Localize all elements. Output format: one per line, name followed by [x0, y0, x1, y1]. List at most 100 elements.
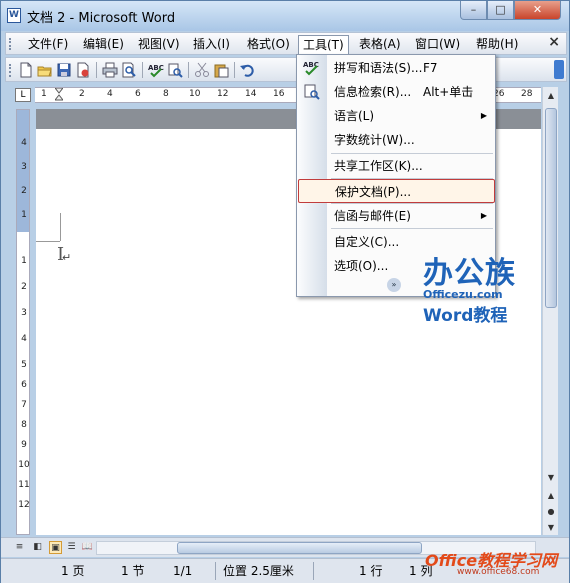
cut-icon[interactable]: [194, 62, 210, 78]
ruler-number: 1: [21, 210, 27, 220]
tab-selector[interactable]: L: [15, 88, 31, 102]
ruler-number: 16: [273, 89, 285, 99]
ruler-number: 5: [21, 360, 27, 370]
menubar-grip[interactable]: [9, 38, 12, 50]
ruler-number: 11: [18, 480, 30, 490]
vertical-ruler[interactable]: 4 3 2 1 1 2 3 4 5 6 7 8 9 10 11 12: [16, 109, 30, 535]
menu-item-label: 共享工作区(K)...: [334, 159, 423, 173]
watermark-office-url: www.office68.com: [457, 567, 540, 577]
watermark-logo-text: 办公族: [423, 256, 516, 291]
status-page-of: 1/1: [173, 564, 193, 578]
toolbar-separator: [188, 62, 189, 78]
menu-window[interactable]: 窗口(W): [411, 35, 464, 53]
spell-check-icon: ABC: [303, 61, 319, 76]
status-page: 1 页: [61, 564, 85, 578]
previous-page-icon[interactable]: ▲: [544, 489, 558, 503]
word-window: W 文档 2 - Microsoft Word – □ ✕ 文件(F) 编辑(E…: [0, 0, 570, 583]
open-folder-icon[interactable]: [37, 62, 53, 78]
ruler-number: 2: [79, 89, 85, 99]
menu-item-shortcut: F7: [423, 61, 438, 75]
indent-marker-icon[interactable]: [55, 88, 63, 104]
word-app-icon[interactable]: W: [7, 8, 21, 23]
window-title: 文档 2 - Microsoft Word: [27, 11, 176, 26]
watermark-logo: 办公族 Officezu.com Word教程: [423, 248, 533, 326]
watermark-url: Officezu.com: [423, 288, 503, 301]
expand-menu-icon[interactable]: »: [387, 278, 401, 292]
permission-icon[interactable]: [75, 62, 91, 78]
research-icon[interactable]: [167, 62, 183, 78]
ruler-number: 6: [21, 380, 27, 390]
menu-item-label: 信息检索(R)...: [334, 85, 412, 99]
menu-item-label: 保护文档(P)...: [335, 185, 412, 199]
select-browse-object-icon[interactable]: ●: [544, 505, 558, 519]
menu-item-language[interactable]: 语言(L) ▶: [298, 104, 495, 128]
menu-item-word-count[interactable]: 字数统计(W)...: [298, 128, 495, 152]
paste-icon[interactable]: [213, 62, 229, 78]
close-document-icon[interactable]: ×: [548, 34, 560, 50]
ruler-number: 14: [245, 89, 257, 99]
ruler-number: 10: [18, 460, 30, 470]
menu-item-shared-workspace[interactable]: 共享工作区(K)...: [298, 154, 495, 178]
submenu-arrow-icon: ▶: [480, 211, 487, 220]
paragraph-mark: ↵: [62, 251, 72, 264]
print-layout-view-icon[interactable]: ▣: [49, 541, 62, 554]
ruler-number: 10: [189, 89, 201, 99]
toolbar-separator: [234, 62, 235, 78]
ruler-number: 4: [107, 89, 113, 99]
menu-item-shortcut: Alt+单击: [423, 85, 474, 99]
ruler-number: 12: [18, 500, 30, 510]
menu-item-research[interactable]: 信息检索(R)... Alt+单击: [298, 80, 495, 104]
web-layout-view-icon[interactable]: ◧: [31, 541, 44, 554]
menu-item-letters-mailings[interactable]: 信函与邮件(E) ▶: [298, 204, 495, 228]
ruler-number: 6: [135, 89, 141, 99]
title-bar[interactable]: W 文档 2 - Microsoft Word – □ ✕: [1, 1, 569, 31]
close-button[interactable]: ✕: [514, 1, 561, 20]
print-icon[interactable]: [102, 62, 118, 78]
menu-item-protect-document[interactable]: 保护文档(P)...: [298, 179, 495, 203]
status-position: 位置 2.5厘米: [223, 564, 294, 578]
normal-view-icon[interactable]: ≡: [13, 541, 26, 554]
menu-tools[interactable]: 工具(T): [298, 35, 349, 56]
menu-format[interactable]: 格式(O): [243, 35, 294, 53]
horizontal-scroll-thumb[interactable]: [177, 542, 422, 554]
status-section: 1 节: [121, 564, 145, 578]
ruler-number: 1: [21, 256, 27, 266]
minimize-button[interactable]: –: [460, 1, 487, 20]
ruler-number: 8: [163, 89, 169, 99]
maximize-button[interactable]: □: [487, 1, 514, 20]
scroll-up-icon[interactable]: ▲: [544, 89, 558, 103]
spelling-grammar-icon[interactable]: ABC: [148, 62, 164, 78]
outline-view-icon[interactable]: ☰: [65, 541, 78, 554]
ruler-number: 2: [21, 186, 27, 196]
ruler-number: 4: [21, 334, 27, 344]
menu-file[interactable]: 文件(F): [24, 35, 72, 53]
vertical-scroll-thumb[interactable]: [545, 108, 557, 308]
margin-corner-mark: [36, 241, 60, 242]
menu-help[interactable]: 帮助(H): [472, 35, 522, 53]
menu-table[interactable]: 表格(A): [355, 35, 405, 53]
reading-layout-icon[interactable]: 📖: [81, 541, 94, 554]
research-icon: [304, 84, 320, 100]
submenu-arrow-icon: ▶: [480, 111, 487, 120]
ruler-number: 1: [41, 89, 47, 99]
ruler-number: 7: [21, 400, 27, 410]
undo-icon[interactable]: [239, 62, 255, 78]
menu-item-label: 自定义(C)...: [334, 235, 400, 249]
menu-item-spelling-grammar[interactable]: ABC 拼写和语法(S)... F7: [298, 56, 495, 80]
new-document-icon[interactable]: [18, 62, 34, 78]
toolbar-grip[interactable]: [9, 64, 12, 77]
scroll-down-icon[interactable]: ▼: [544, 471, 558, 485]
menu-edit[interactable]: 编辑(E): [79, 35, 128, 53]
vertical-scrollbar[interactable]: ▲ ▼ ▲ ● ▼: [542, 87, 558, 535]
next-page-icon[interactable]: ▼: [544, 521, 558, 535]
save-icon[interactable]: [56, 62, 72, 78]
toolbar-options-button[interactable]: [554, 60, 564, 79]
print-preview-icon[interactable]: [121, 62, 137, 78]
ruler-number: 2: [21, 282, 27, 292]
menu-item-label: 信函与邮件(E): [334, 209, 411, 223]
menu-item-label: 字数统计(W)...: [334, 133, 415, 147]
ruler-number: 3: [21, 308, 27, 318]
menu-view[interactable]: 视图(V): [134, 35, 184, 53]
menu-insert[interactable]: 插入(I): [189, 35, 234, 53]
menu-separator: [331, 228, 493, 229]
